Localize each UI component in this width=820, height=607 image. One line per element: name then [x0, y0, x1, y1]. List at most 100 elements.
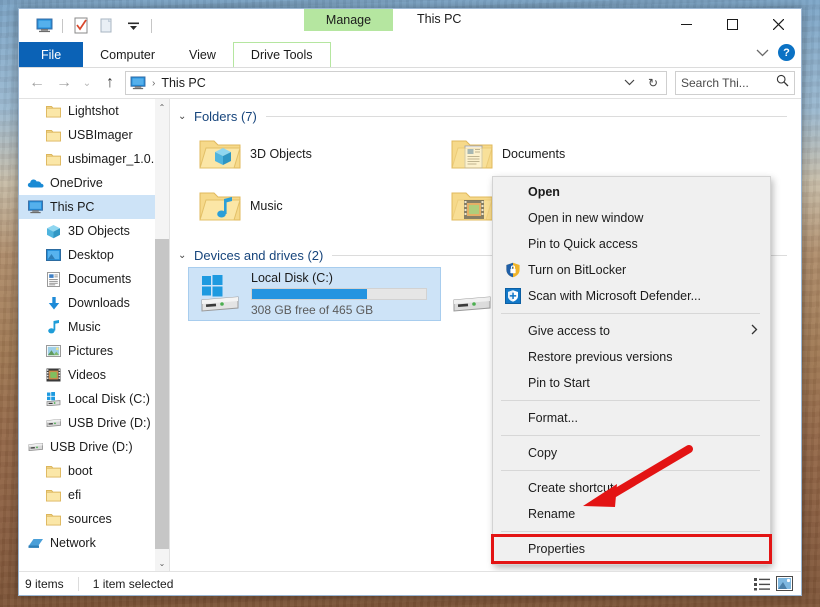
- menu-item-open[interactable]: Open: [493, 179, 770, 205]
- chevron-down-icon[interactable]: ⌄: [178, 111, 194, 122]
- tile-documents[interactable]: Documents: [440, 128, 692, 180]
- menu-item-copy[interactable]: Copy: [493, 440, 770, 466]
- tab-computer[interactable]: Computer: [83, 42, 172, 67]
- sidebar-item-documents[interactable]: Documents: [19, 267, 169, 291]
- drive-tile-local-disk-c[interactable]: Local Disk (C:) 308 GB free of 465 GB: [188, 267, 441, 321]
- menu-item-properties[interactable]: Properties: [491, 534, 772, 564]
- sidebar-item-usb-drive-d[interactable]: USB Drive (D:): [19, 435, 169, 459]
- menu-item-label: Pin to Start: [528, 376, 590, 390]
- sidebar-item-label: efi: [68, 488, 82, 502]
- this-pc-icon[interactable]: [31, 15, 57, 37]
- menu-item-rename[interactable]: Rename: [493, 501, 770, 527]
- scroll-thumb[interactable]: [155, 239, 169, 549]
- minimize-button[interactable]: [663, 9, 709, 39]
- sidebar-item-desktop[interactable]: Desktop: [19, 243, 169, 267]
- tab-view[interactable]: View: [172, 42, 233, 67]
- menu-item-label: Scan with Microsoft Defender...: [528, 289, 701, 303]
- sidebar-item-label: USB Drive (D:): [68, 416, 151, 430]
- drive-info: Local Disk (C:) 308 GB free of 465 GB: [251, 271, 427, 317]
- recent-locations-button[interactable]: ⌄: [79, 71, 95, 95]
- sidebar-item-pictures[interactable]: Pictures: [19, 339, 169, 363]
- menu-item-pin-to-quick-access[interactable]: Pin to Quick access: [493, 231, 770, 257]
- tile-music[interactable]: Music: [188, 180, 440, 232]
- menu-item-create-shortcut[interactable]: Create shortcut: [493, 475, 770, 501]
- onedrive-icon: [27, 175, 44, 192]
- sidebar-item-3d-objects[interactable]: 3D Objects: [19, 219, 169, 243]
- large-icons-view-button[interactable]: [773, 574, 795, 594]
- context-menu[interactable]: Open Open in new window Pin to Quick acces…: [491, 176, 772, 565]
- back-button[interactable]: ←: [25, 71, 49, 95]
- sidebar-item-usbimager-1-0-1[interactable]: usbimager_1.0.1: [19, 147, 169, 171]
- sidebar-item-label: usbimager_1.0.1: [68, 152, 162, 166]
- group-title: Folders (7): [194, 109, 257, 124]
- close-button[interactable]: [755, 9, 801, 39]
- scroll-up-arrow[interactable]: ⌃: [155, 99, 169, 115]
- menu-separator: [501, 531, 760, 532]
- menu-item-scan-with-microsoft-defender[interactable]: Scan with Microsoft Defender...: [493, 283, 770, 309]
- menu-item-give-access-to[interactable]: Give access to: [493, 318, 770, 344]
- sidebar-item-network[interactable]: Network: [19, 531, 169, 555]
- menu-item-turn-on-bitlocker[interactable]: Turn on BitLocker: [493, 257, 770, 283]
- properties-icon[interactable]: [68, 15, 94, 37]
- downloads-icon: [45, 295, 62, 312]
- tab-file[interactable]: File: [19, 42, 84, 67]
- forward-button[interactable]: →: [52, 71, 76, 95]
- menu-item-restore-previous-versions[interactable]: Restore previous versions: [493, 344, 770, 370]
- sidebar-item-usb-drive-d[interactable]: USB Drive (D:): [19, 411, 169, 435]
- tile-label: 3D Objects: [250, 147, 312, 161]
- sidebar-item-boot[interactable]: boot: [19, 459, 169, 483]
- navigation-scrollbar[interactable]: ⌃ ⌄: [155, 99, 169, 571]
- scroll-track[interactable]: [155, 115, 169, 555]
- group-rule: [265, 116, 787, 117]
- sidebar-item-onedrive[interactable]: OneDrive: [19, 171, 169, 195]
- maximize-button[interactable]: [709, 9, 755, 39]
- menu-item-format[interactable]: Format...: [493, 405, 770, 431]
- bitlocker-shield-icon: [501, 261, 525, 279]
- folder-icon: [45, 151, 62, 168]
- sidebar-item-efi[interactable]: efi: [19, 483, 169, 507]
- menu-item-icon-placeholder: [501, 183, 525, 201]
- up-button[interactable]: ↑: [98, 71, 122, 95]
- sidebar-item-local-disk-c[interactable]: Local Disk (C:): [19, 387, 169, 411]
- tile-3d-objects[interactable]: 3D Objects: [188, 128, 440, 180]
- new-folder-icon[interactable]: [94, 15, 120, 37]
- breadcrumb-this-pc[interactable]: This PC: [161, 76, 205, 90]
- sidebar-item-videos[interactable]: Videos: [19, 363, 169, 387]
- sidebar-item-this-pc[interactable]: This PC: [19, 195, 169, 219]
- address-dropdown-icon[interactable]: [619, 78, 640, 89]
- folder-videos-icon: [448, 182, 496, 230]
- sidebar-item-label: Downloads: [68, 296, 130, 310]
- refresh-icon[interactable]: ↻: [644, 76, 662, 90]
- menu-item-label: Copy: [528, 446, 558, 460]
- toolbar-separator-2: [151, 18, 152, 33]
- customize-dropdown-icon[interactable]: [120, 15, 146, 37]
- this-pc-icon: [130, 76, 146, 90]
- folder-icon: [45, 127, 62, 144]
- details-view-button[interactable]: [751, 574, 773, 594]
- sidebar-item-music[interactable]: Music: [19, 315, 169, 339]
- quick-access-toolbar: [19, 15, 157, 37]
- menu-item-pin-to-start[interactable]: Pin to Start: [493, 370, 770, 396]
- sidebar-item-sources[interactable]: sources: [19, 507, 169, 531]
- usb-drive-icon: [45, 415, 62, 432]
- navigation-list: Lightshot USBImager usbimager_1.0.1 OneDriv…: [19, 99, 169, 555]
- help-button[interactable]: ?: [778, 44, 795, 61]
- address-bar-row: ← → ⌄ ↑ › This PC ↻ Search Thi...: [19, 68, 801, 98]
- group-header-folders[interactable]: ⌄ Folders (7): [170, 99, 801, 128]
- sidebar-item-usbimager[interactable]: USBImager: [19, 123, 169, 147]
- file-list-pane: ⌄ Folders (7) 3D Objects Documents Music…: [170, 99, 801, 571]
- scroll-down-arrow[interactable]: ⌄: [155, 555, 169, 571]
- menu-item-open-in-new-window[interactable]: Open in new window: [493, 205, 770, 231]
- ribbon-right-controls: ?: [756, 44, 795, 61]
- windows-drive-icon: [197, 270, 245, 318]
- chevron-down-icon[interactable]: [756, 45, 769, 60]
- menu-separator: [501, 470, 760, 471]
- sidebar-item-downloads[interactable]: Downloads: [19, 291, 169, 315]
- menu-separator: [501, 435, 760, 436]
- sidebar-item-lightshot[interactable]: Lightshot: [19, 99, 169, 123]
- address-bar[interactable]: › This PC ↻: [125, 71, 667, 95]
- search-input[interactable]: Search Thi...: [675, 71, 795, 95]
- tab-drive-tools[interactable]: Drive Tools: [232, 42, 331, 67]
- folder-3d-objects-icon: [196, 130, 244, 178]
- chevron-down-icon[interactable]: ⌄: [178, 250, 194, 261]
